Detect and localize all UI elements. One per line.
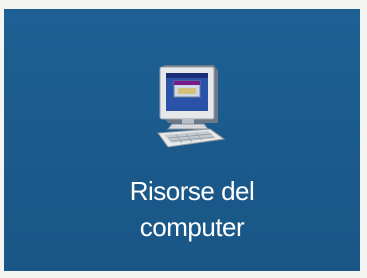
my-computer-icon <box>157 65 226 148</box>
desktop-icon-label: Risorse del computer <box>92 173 292 245</box>
desktop[interactable]: Risorse del computer <box>4 9 360 271</box>
desktop-icon-label-line1: Risorse del <box>129 176 255 206</box>
desktop-icon-my-computer[interactable]: Risorse del computer <box>92 61 292 251</box>
desktop-icon-label-line2: computer <box>139 212 245 242</box>
screenshot-frame: Risorse del computer <box>0 0 367 278</box>
